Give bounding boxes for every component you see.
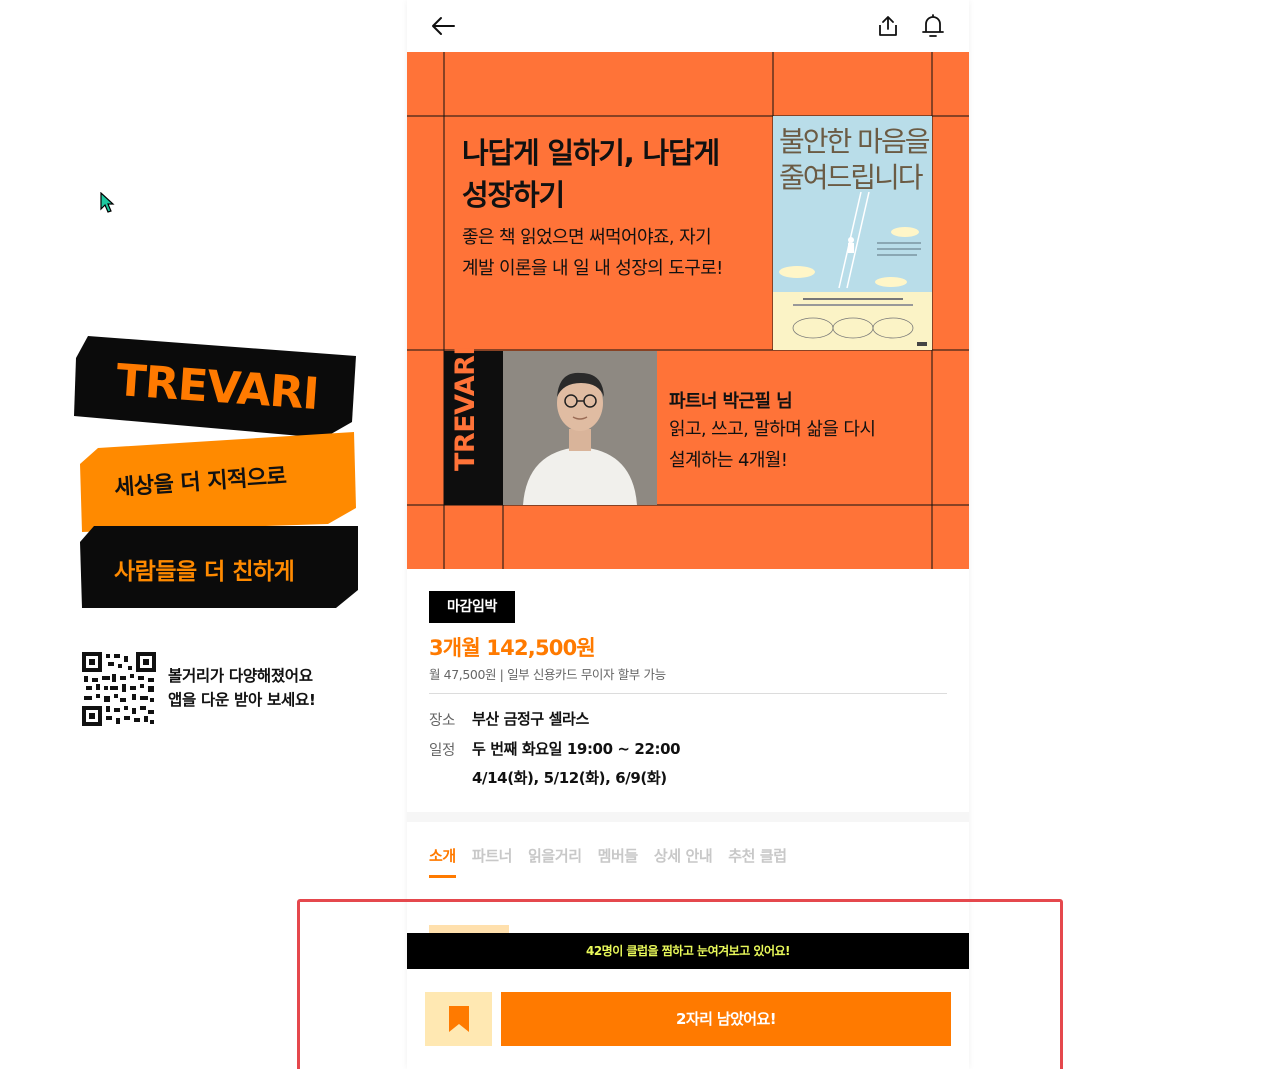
mobile-view: 나답게 일하기, 나답게 성장하기 좋은 책 읽었으면 써먹어야죠, 자기 계발… <box>407 0 969 1069</box>
mouse-cursor-icon <box>100 192 115 213</box>
qr-caption-line-2: 앱을 다운 받아 보세요! <box>168 691 316 709</box>
hero-title: 나답게 일하기, 나답게 성장하기 <box>462 132 720 216</box>
share-button[interactable] <box>873 12 903 40</box>
vertical-brand-label: TREVARI <box>450 346 481 471</box>
book-cover-footer-art <box>792 298 927 346</box>
top-bar <box>407 0 969 52</box>
apply-button[interactable]: 2자리 남았어요! <box>501 992 951 1046</box>
tab-intro[interactable]: 소개 <box>429 845 456 878</box>
price: 3개월 142,500원 <box>429 636 596 660</box>
bell-icon <box>922 14 944 37</box>
qr-caption-line-1: 볼거리가 다양해졌어요 <box>168 667 313 685</box>
partner-description-line-2: 설계하는 4개월! <box>669 450 788 471</box>
app-download: 볼거리가 다양해졌어요 앱을 다운 받아 보세요! <box>82 652 362 726</box>
back-button[interactable] <box>427 12 459 40</box>
partner-description-line-1: 읽고, 쓰고, 말하며 삶을 다시 <box>669 419 876 440</box>
book-cover: 불안한 마음을 줄여드립니다 <box>773 116 932 350</box>
interest-banner: 42명이 클럽을 찜하고 눈여겨보고 있어요! <box>407 933 969 969</box>
qr-code[interactable] <box>82 652 156 726</box>
vertical-brand-tab: TREVARI <box>444 346 503 505</box>
tab-details[interactable]: 상세 안내 <box>654 845 713 878</box>
installment-info: 월 47,500원 | 일부 신용카드 무이자 할부 가능 <box>429 667 666 682</box>
detail-tabs: 소개 파트너 읽을거리 멤버들 상세 안내 추천 클럽 <box>429 845 787 878</box>
place-value: 부산 금정구 셀라스 <box>472 710 589 728</box>
book-cover-illustration <box>779 192 921 289</box>
bookmark-icon <box>448 1006 469 1032</box>
arrow-left-icon <box>432 17 455 35</box>
notification-button[interactable] <box>918 12 948 40</box>
book-cover-title-line-1: 불안한 마음을 <box>779 125 930 158</box>
hero-subtitle: 좋은 책 읽었으면 써먹어야죠, 자기 계발 이론을 내 일 내 성장의 도구로… <box>462 222 723 284</box>
bookmark-button[interactable] <box>425 992 492 1046</box>
tab-recommended[interactable]: 추천 클럽 <box>728 845 787 878</box>
book-cover-footer <box>773 292 932 350</box>
qr-caption: 볼거리가 다양해졌어요 앱을 다운 받아 보세요! <box>168 664 316 712</box>
partner-name: 파트너 박근필 님 <box>669 391 793 412</box>
partner-photo-art <box>503 351 657 505</box>
hero-title-line-2: 성장하기 <box>462 178 565 212</box>
partner-photo <box>503 351 657 505</box>
divider <box>429 693 947 694</box>
section-separator <box>407 812 969 822</box>
place-label: 장소 <box>429 713 455 729</box>
schedule-value: 두 번째 화요일 19:00 ~ 22:00 <box>472 740 681 758</box>
deadline-badge: 마감임박 <box>429 591 515 623</box>
hero-banner: 나답게 일하기, 나답게 성장하기 좋은 책 읽었으면 써먹어야죠, 자기 계발… <box>407 52 969 569</box>
promo-slogan-2: 사람들을 더 친하게 <box>114 559 295 585</box>
book-cover-title: 불안한 마음을 줄여드립니다 <box>779 124 930 196</box>
schedule-label: 일정 <box>429 743 455 759</box>
tab-partner[interactable]: 파트너 <box>472 845 513 878</box>
book-cover-title-line-2: 줄여드립니다 <box>779 161 924 194</box>
hero-subtitle-line-2: 계발 이론을 내 일 내 성장의 도구로! <box>462 258 723 279</box>
tab-members[interactable]: 멤버들 <box>598 845 639 878</box>
schedule-dates: 4/14(화), 5/12(화), 6/9(화) <box>472 769 667 787</box>
share-icon <box>879 16 897 36</box>
hero-title-line-1: 나답게 일하기, 나답게 <box>462 136 720 170</box>
app-promo: TREVARI 세상을 더 지적으로 사람들을 더 친하게 <box>74 332 364 612</box>
hero-subtitle-line-1: 좋은 책 읽었으면 써먹어야죠, 자기 <box>462 227 712 248</box>
partner-description: 읽고, 쓰고, 말하며 삶을 다시 설계하는 4개월! <box>669 414 876 476</box>
tab-reading[interactable]: 읽을거리 <box>528 845 582 878</box>
